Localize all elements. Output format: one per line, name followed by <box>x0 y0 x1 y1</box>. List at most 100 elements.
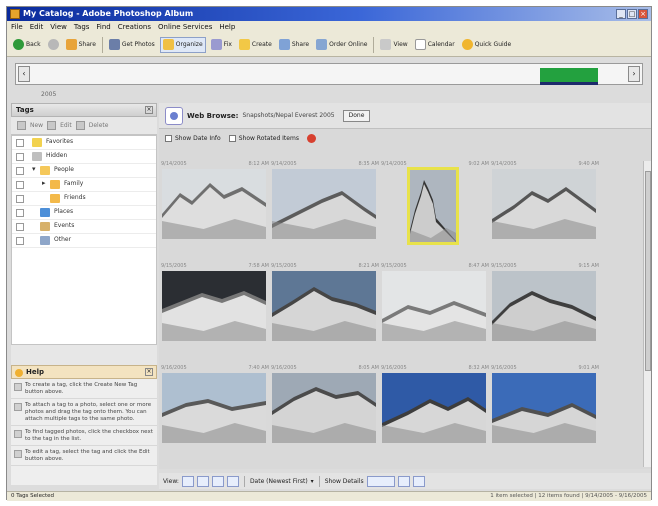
photo-thumbnail[interactable]: 9/16/2005 8:32 AM <box>379 365 491 465</box>
done-button[interactable]: Done <box>342 109 371 122</box>
photo-thumbnail[interactable]: 9/14/2005 8:12 AM <box>159 161 271 261</box>
photo-image[interactable] <box>272 271 376 341</box>
photo-image[interactable] <box>382 271 486 341</box>
warning-icon[interactable] <box>306 133 316 143</box>
photo-image[interactable] <box>492 169 596 239</box>
photo-image[interactable] <box>162 169 266 239</box>
back-button[interactable]: Back <box>11 37 43 53</box>
tag-row-other[interactable]: Other <box>12 234 156 248</box>
share-button[interactable]: Share <box>64 37 98 53</box>
tag-checkbox[interactable] <box>16 167 24 175</box>
photo-image[interactable] <box>162 373 266 443</box>
calendar-icon <box>414 39 426 50</box>
photo-thumbnail[interactable]: 9/16/2005 9:01 AM <box>489 365 601 465</box>
photo-thumbnail[interactable]: 9/15/2005 8:21 AM <box>269 263 381 363</box>
organize-button[interactable]: Organize <box>159 36 206 53</box>
tag-checkbox[interactable] <box>16 223 24 231</box>
tag-row-hidden[interactable]: Hidden <box>12 150 156 164</box>
grid-view-icon[interactable] <box>397 475 410 487</box>
photo-image[interactable] <box>162 271 266 341</box>
photo-thumbnail[interactable]: 9/14/2005 9:02 AM <box>379 161 491 261</box>
view-button[interactable]: View <box>378 37 409 53</box>
collapse-triangle-icon[interactable]: ▾ <box>32 165 36 173</box>
photo-image[interactable] <box>272 169 376 239</box>
tag-checkbox[interactable] <box>16 195 24 203</box>
new-tag-icon[interactable] <box>17 121 26 130</box>
create-button[interactable]: Create <box>237 37 274 53</box>
fix-button[interactable]: Fix <box>209 37 234 53</box>
quick-guide-icon <box>461 39 473 50</box>
show-details-toggle[interactable]: Show Details <box>325 478 364 485</box>
edit-tag-icon[interactable] <box>47 121 57 130</box>
photo-image[interactable] <box>272 373 376 443</box>
delete-tag-button[interactable]: Delete <box>89 122 109 129</box>
photo-thumbnail[interactable]: 9/14/2005 8:35 AM <box>269 161 381 261</box>
close-button[interactable]: × <box>638 9 648 19</box>
zoom-slider[interactable] <box>366 475 395 487</box>
share-menu-button[interactable]: Share <box>277 37 311 53</box>
photo-scrollbar[interactable] <box>643 161 651 467</box>
new-tag-button[interactable]: New <box>30 122 43 129</box>
tag-row-people[interactable]: ▾ People <box>12 164 156 178</box>
timeline[interactable]: ‹ › <box>15 63 643 85</box>
tag-checkbox[interactable] <box>16 237 24 245</box>
show-rotated-checkbox[interactable] <box>228 134 236 142</box>
scrollbar-thumb[interactable] <box>645 171 651 371</box>
sort-dropdown-icon[interactable]: ▾ <box>311 478 314 485</box>
get-photos-button[interactable]: Get Photos <box>107 37 157 53</box>
photo-thumbnail[interactable]: 9/16/2005 8:05 AM <box>269 365 381 465</box>
photo-thumbnail[interactable]: 9/14/2005 9:40 AM <box>489 161 601 261</box>
menu-help[interactable]: Help <box>219 23 235 31</box>
show-date-option[interactable]: Show Date Info <box>165 134 221 142</box>
edit-tag-button[interactable]: Edit <box>60 122 72 129</box>
quick-guide-button[interactable]: Quick Guide <box>460 37 514 53</box>
menu-creations[interactable]: Creations <box>118 23 151 31</box>
photo-image[interactable] <box>407 167 459 245</box>
large-thumbnails-button[interactable] <box>211 475 224 487</box>
photo-thumbnail[interactable]: 9/15/2005 9:15 AM <box>489 263 601 363</box>
tag-checkbox[interactable] <box>16 181 24 189</box>
tag-checkbox[interactable] <box>16 139 24 147</box>
photo-thumbnail[interactable]: 9/16/2005 7:40 AM <box>159 365 271 465</box>
tag-row-events[interactable]: Events <box>12 220 156 234</box>
maximize-button[interactable]: □ <box>627 9 637 19</box>
web-browse-path: Snapshots/Nepal Everest 2005 <box>242 112 335 119</box>
menu-file[interactable]: File <box>11 23 23 31</box>
help-icon <box>15 369 23 377</box>
calendar-button[interactable]: Calendar <box>413 37 457 53</box>
tag-row-favorites[interactable]: Favorites <box>12 136 156 150</box>
menu-find[interactable]: Find <box>96 23 110 31</box>
tag-row-family[interactable]: ▸ Family <box>12 178 156 192</box>
photo-thumbnail[interactable]: 9/15/2005 8:47 AM <box>379 263 491 363</box>
minimize-button[interactable]: _ <box>616 9 626 19</box>
photo-image[interactable] <box>492 271 596 341</box>
delete-tag-icon[interactable] <box>75 121 85 130</box>
tags-panel-close-button[interactable]: × <box>145 106 153 114</box>
list-view-icon[interactable] <box>412 475 425 487</box>
main-toolbar: Back Share Get Photos Organize Fix Creat… <box>7 33 651 57</box>
tag-checkbox[interactable] <box>16 209 24 217</box>
menu-online-services[interactable]: Online Services <box>158 23 212 31</box>
menu-edit[interactable]: Edit <box>30 23 44 31</box>
photo-thumbnail[interactable]: 9/15/2005 7:58 AM <box>159 263 271 363</box>
forward-button[interactable] <box>46 37 61 53</box>
menu-view[interactable]: View <box>50 23 67 31</box>
timeline-left-button[interactable]: ‹ <box>18 66 30 82</box>
single-photo-button[interactable] <box>226 475 239 487</box>
expand-triangle-icon[interactable]: ▸ <box>42 179 46 187</box>
order-online-button[interactable]: Order Online <box>314 37 369 53</box>
tag-checkbox[interactable] <box>16 153 24 161</box>
timeline-right-button[interactable]: › <box>628 66 640 82</box>
medium-thumbnails-button[interactable] <box>196 475 209 487</box>
tag-row-friends[interactable]: Friends <box>12 192 156 206</box>
help-panel-close-button[interactable]: × <box>145 368 153 376</box>
show-date-checkbox[interactable] <box>165 134 172 142</box>
menu-tags[interactable]: Tags <box>74 23 90 31</box>
timeline-photo-bar[interactable] <box>540 68 598 82</box>
tag-row-places[interactable]: Places <box>12 206 156 220</box>
sort-order-select[interactable]: Date (Newest First) <box>250 478 308 485</box>
small-thumbnails-button[interactable] <box>181 475 194 487</box>
show-rotated-option[interactable]: Show Rotated Items <box>228 134 299 142</box>
photo-image[interactable] <box>492 373 596 443</box>
photo-image[interactable] <box>382 373 486 443</box>
